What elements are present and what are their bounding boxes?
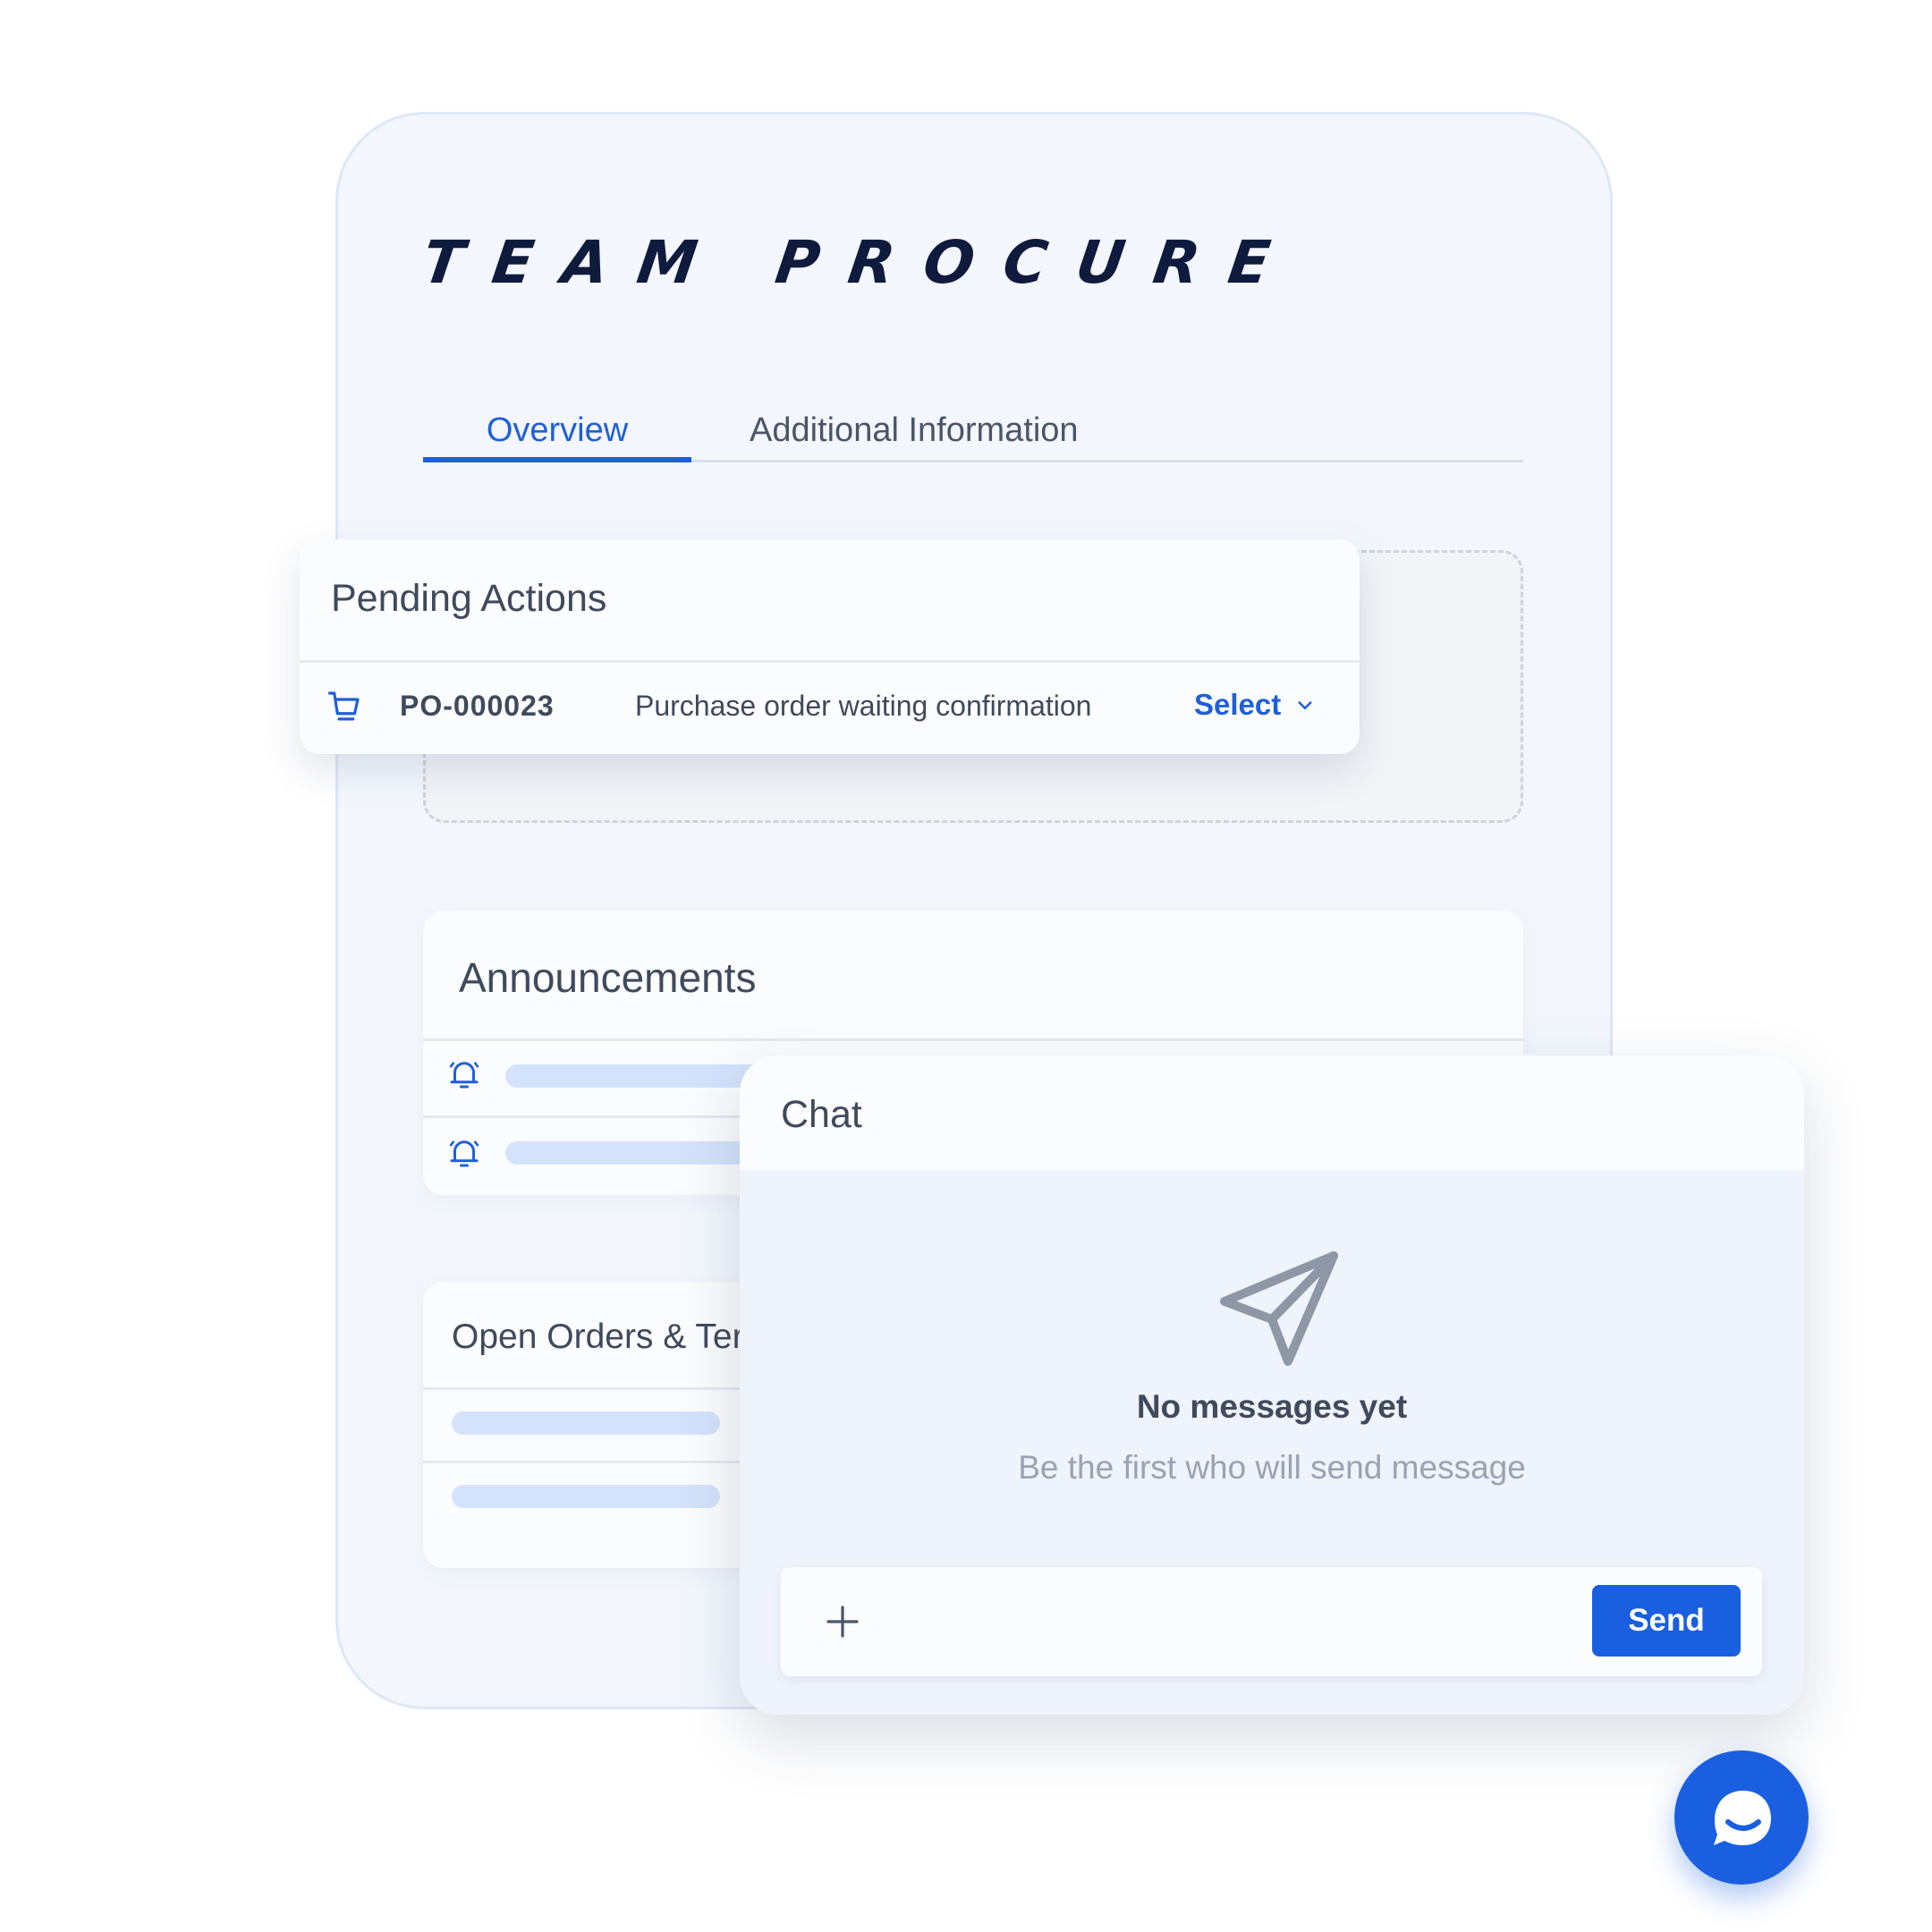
chat-panel: Chat No messages yet Be the first who wi…: [740, 1055, 1804, 1715]
chat-bubble-icon: [1714, 1791, 1771, 1845]
select-dropdown[interactable]: Select: [1194, 682, 1318, 727]
plus-icon[interactable]: [821, 1600, 864, 1643]
chat-title: Chat: [781, 1093, 862, 1136]
announcement-placeholder-bar: [505, 1064, 774, 1088]
chevron-down-icon: [1298, 701, 1312, 709]
announcements-title: Announcements: [459, 954, 757, 1001]
announcement-placeholder-bar: [505, 1141, 774, 1165]
cart-icon: [327, 691, 360, 721]
bell-icon: [449, 1140, 479, 1167]
bell-icon: [449, 1062, 479, 1089]
tab-bar: Overview Additional Information: [423, 407, 1523, 462]
tab-additional-information[interactable]: Additional Information: [750, 407, 1079, 462]
chat-launcher-button[interactable]: [1674, 1750, 1809, 1885]
chat-header: Chat: [740, 1055, 1804, 1170]
team-procure-logo: TEAM PROCURE: [418, 228, 1304, 297]
po-number[interactable]: PO-000023: [400, 690, 555, 723]
pending-actions-card: Pending Actions PO-000023 Purchase order…: [300, 539, 1360, 754]
order-placeholder-bar: [452, 1485, 720, 1508]
po-description: Purchase order waiting confirmation: [635, 690, 1092, 722]
open-orders-title: Open Orders & Ter: [452, 1318, 744, 1356]
empty-state-subtitle: Be the first who will send message: [1018, 1449, 1526, 1486]
empty-state-title: No messages yet: [1136, 1388, 1408, 1425]
pending-actions-title: Pending Actions: [331, 577, 607, 620]
pending-actions-header: Pending Actions: [300, 539, 1360, 663]
paper-plane-icon: [1220, 1251, 1338, 1366]
order-placeholder-bar: [452, 1411, 720, 1435]
message-input-bar[interactable]: Send: [781, 1567, 1762, 1676]
select-label: Select: [1194, 688, 1282, 721]
tab-overview[interactable]: Overview: [423, 407, 691, 462]
send-button[interactable]: Send: [1592, 1585, 1741, 1657]
row-divider: [423, 1038, 1523, 1041]
